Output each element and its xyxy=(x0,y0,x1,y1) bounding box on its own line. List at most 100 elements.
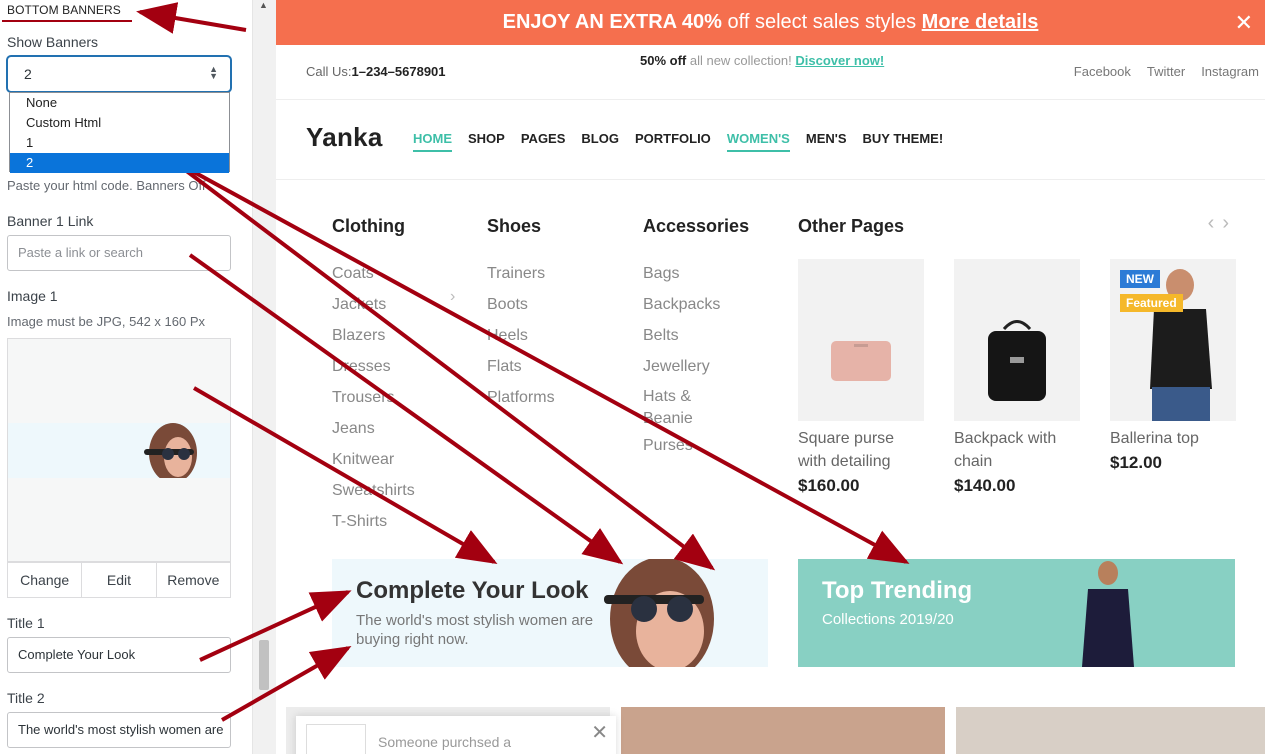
accessories-list: Bags Backpacks Belts Jewellery Hats & Be… xyxy=(643,258,720,461)
product-card[interactable]: Square purse with detailing $160.00 xyxy=(798,259,925,496)
panel-scrollbar[interactable]: ▲ xyxy=(252,0,276,754)
menu-item[interactable]: Trainers xyxy=(487,258,555,289)
promo-more-details-link[interactable]: More details xyxy=(922,11,1039,33)
purse-image xyxy=(798,259,924,421)
banner2-model-image xyxy=(1082,561,1134,667)
other-pages-title: Other Pages xyxy=(798,216,905,236)
collection-notice: 50% off all new collection! Discover now… xyxy=(640,53,884,68)
option-2[interactable]: 2 xyxy=(10,153,229,173)
menu-item[interactable]: Heels xyxy=(487,320,555,351)
nav-womens[interactable]: WOMEN'S xyxy=(726,131,790,152)
option-custom-html[interactable]: Custom Html xyxy=(10,113,229,133)
backpack-image xyxy=(954,259,1080,421)
option-none[interactable]: None xyxy=(10,93,229,113)
title2-input[interactable]: The world's most stylish women are xyxy=(7,712,231,748)
nav-mens[interactable]: MEN'S xyxy=(806,131,847,152)
product-card[interactable]: Backpack with chain $140.00 xyxy=(954,259,1081,496)
product-price: $140.00 xyxy=(954,476,1016,495)
image1-preview[interactable] xyxy=(7,338,231,562)
call-us: Call Us:1–234–5678901 xyxy=(306,64,446,79)
banner1-title: Complete Your Look xyxy=(356,577,589,604)
site-header: Yanka HOME SHOP PAGES BLOG PORTFOLIO WOM… xyxy=(276,100,1265,180)
banner1-subtitle: The world's most stylish women are buyin… xyxy=(356,612,594,648)
new-badge: NEW xyxy=(1120,270,1160,288)
banner2-title: Top Trending xyxy=(822,577,973,604)
menu-item[interactable]: Backpacks xyxy=(643,289,720,320)
menu-item[interactable]: Bags xyxy=(643,258,720,289)
image1-label: Image 1 xyxy=(7,288,58,304)
promo-text: off select sales styles xyxy=(721,11,922,33)
instagram-link[interactable]: Instagram xyxy=(1201,64,1259,79)
banner1-link-input[interactable]: Paste a link or search xyxy=(7,235,231,271)
menu-item[interactable]: Flats xyxy=(487,351,555,382)
banner-complete-your-look[interactable]: Complete Your Look The world's most styl… xyxy=(332,559,768,667)
product-price: $12.00 xyxy=(1110,453,1162,472)
store-preview: ENJOY AN EXTRA 40% off select sales styl… xyxy=(276,0,1265,754)
banner1-link-label: Banner 1 Link xyxy=(7,213,94,229)
scroll-up-icon[interactable]: ▲ xyxy=(259,0,268,10)
facebook-link[interactable]: Facebook xyxy=(1074,64,1131,79)
shoes-title: Shoes xyxy=(487,216,542,236)
title1-input[interactable]: Complete Your Look xyxy=(7,637,231,673)
product-card[interactable]: NEW Featured Ballerina top $12.00 xyxy=(1110,259,1237,473)
shoes-list: Trainers Boots Heels Flats Platforms xyxy=(487,258,555,413)
nav-blog[interactable]: BLOG xyxy=(581,131,619,152)
close-icon[interactable]: ✕ xyxy=(1235,0,1253,45)
close-icon[interactable]: ✕ xyxy=(591,720,608,745)
menu-item[interactable]: Blazers xyxy=(332,320,415,351)
show-banners-value: 2 xyxy=(24,66,32,82)
option-1[interactable]: 1 xyxy=(10,133,229,153)
menu-item[interactable]: Platforms xyxy=(487,382,555,413)
banner2-subtitle: Collections 2019/20 xyxy=(822,611,954,628)
twitter-link[interactable]: Twitter xyxy=(1147,64,1185,79)
nav-pages[interactable]: PAGES xyxy=(521,131,566,152)
nav-buy-theme[interactable]: BUY THEME! xyxy=(863,131,944,152)
product-name[interactable]: Backpack with chain xyxy=(954,427,1081,473)
toast-product-image xyxy=(306,724,366,754)
discover-now-link[interactable]: Discover now! xyxy=(795,53,884,68)
edit-image-button[interactable]: Edit xyxy=(82,563,157,597)
banner-thumbnail-image xyxy=(8,423,230,478)
notice-bold: 50% off xyxy=(640,53,687,68)
nav-portfolio[interactable]: PORTFOLIO xyxy=(635,131,711,152)
chevron-right-icon[interactable]: › xyxy=(1222,212,1237,234)
nav-shop[interactable]: SHOP xyxy=(468,131,505,152)
section-title: BOTTOM BANNERS xyxy=(7,3,121,17)
promo-bold: ENJOY AN EXTRA 40% xyxy=(502,11,722,33)
banner-top-trending[interactable]: Top Trending Collections 2019/20 xyxy=(798,559,1235,667)
menu-item[interactable]: Dresses xyxy=(332,351,415,382)
menu-item[interactable]: Hats & xyxy=(643,386,720,408)
chevron-right-icon: › xyxy=(450,288,456,305)
menu-item[interactable]: Jewellery xyxy=(643,351,720,382)
main-nav: HOME SHOP PAGES BLOG PORTFOLIO WOMEN'S M… xyxy=(413,131,943,152)
change-image-button[interactable]: Change xyxy=(8,563,83,597)
image1-actions: Change Edit Remove xyxy=(7,562,231,598)
menu-item[interactable]: Knitwear xyxy=(332,444,415,475)
chevron-left-icon[interactable]: ‹ xyxy=(1208,212,1223,234)
menu-item[interactable]: Belts xyxy=(643,320,720,351)
menu-item[interactable]: Sweatshirts xyxy=(332,475,415,506)
featured-badge: Featured xyxy=(1120,294,1183,312)
menu-item[interactable]: Purses xyxy=(643,430,720,461)
menu-item[interactable]: Boots xyxy=(487,289,555,320)
clothing-title: Clothing xyxy=(332,216,405,236)
menu-item[interactable]: T-Shirts xyxy=(332,506,415,537)
menu-item[interactable]: Jeans xyxy=(332,413,415,444)
menu-item[interactable]: Jackets xyxy=(332,289,415,320)
product-name[interactable]: Square purse with detailing xyxy=(798,427,925,473)
toast-text: Someone purchsed a xyxy=(378,734,512,750)
scrollbar-thumb[interactable] xyxy=(259,640,269,690)
thumbnail-image[interactable] xyxy=(956,707,1265,754)
show-banners-dropdown[interactable]: None Custom Html 1 2 xyxy=(9,92,230,173)
remove-image-button[interactable]: Remove xyxy=(157,563,230,597)
notice-text: all new collection! xyxy=(686,53,796,68)
promo-bar: ENJOY AN EXTRA 40% off select sales styl… xyxy=(276,0,1265,45)
menu-item[interactable]: Beanie xyxy=(643,408,720,430)
product-name[interactable]: Ballerina top xyxy=(1110,427,1237,450)
show-banners-select[interactable]: 2 ▲ ▼ xyxy=(7,56,231,92)
menu-item[interactable]: Coats xyxy=(332,258,415,289)
menu-item[interactable]: Trousers xyxy=(332,382,415,413)
thumbnail-image[interactable] xyxy=(621,707,945,754)
nav-home[interactable]: HOME xyxy=(413,131,452,152)
site-logo[interactable]: Yanka xyxy=(306,122,383,153)
